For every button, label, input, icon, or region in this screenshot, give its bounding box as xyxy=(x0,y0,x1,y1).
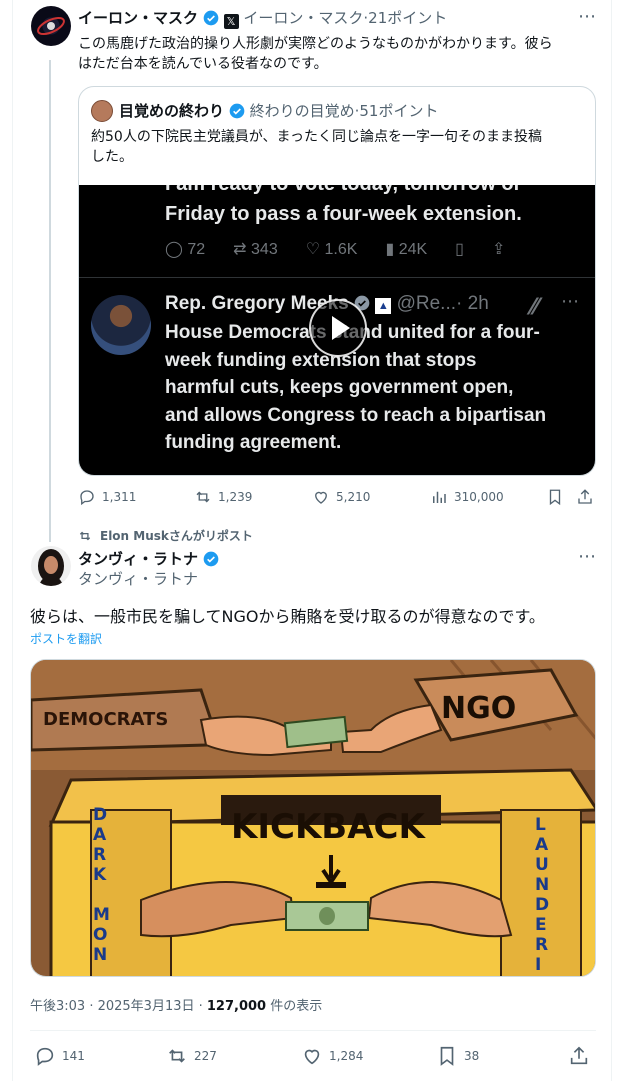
reply-icon xyxy=(36,1047,54,1066)
avatar[interactable] xyxy=(31,546,71,586)
views-icon: ▮ 24K xyxy=(385,241,428,258)
verified-badge-icon xyxy=(203,10,219,26)
avatar xyxy=(91,295,151,355)
quote-text: 約50人の下院民主党議員が、まったく同じ論点を一字一句そのまま投稿 した。 xyxy=(91,129,542,165)
repost-icon xyxy=(169,1049,185,1063)
svg-text:K: K xyxy=(93,865,107,885)
play-button[interactable] xyxy=(309,299,367,357)
author-name[interactable]: イーロン・マスク xyxy=(78,9,198,27)
bookmark-icon xyxy=(549,489,561,506)
repost-icon: ⇄ 343 xyxy=(233,241,278,258)
quote-points: 51ポイント xyxy=(359,102,439,120)
post-text: 彼らは、一般市民を騙してNGOから賄賂を受け取るのが得意なのです。 xyxy=(30,607,545,626)
svg-text:O: O xyxy=(93,925,107,945)
svg-text:L: L xyxy=(535,815,546,835)
post-timestamp: 午後3:03 · 2025年3月13日 · 127,000 件の表示 xyxy=(30,999,323,1014)
embedded-text: I am ready to vote today, tomorrow or xyxy=(165,185,521,196)
capitol-badge-icon: ▲ xyxy=(375,298,392,314)
svg-text:A: A xyxy=(93,825,107,845)
svg-text:D: D xyxy=(93,805,107,825)
bookmark-icon xyxy=(440,1046,454,1066)
grok-icon: ⁄⁄ xyxy=(531,295,539,320)
repost-label[interactable]: Elon Muskさんがリポスト xyxy=(100,527,253,544)
repost-button[interactable]: 227 xyxy=(166,1045,217,1067)
views-button[interactable]: 310,000 xyxy=(430,488,504,506)
x-logo-icon: 𝕏 xyxy=(223,14,239,29)
svg-text:N: N xyxy=(535,875,549,895)
timestamp[interactable]: 午後3:03 · 2025年3月13日 · xyxy=(30,999,207,1014)
points: 21ポイント xyxy=(368,9,448,27)
verified-badge-icon xyxy=(229,103,245,119)
repost-icon xyxy=(196,491,210,503)
svg-text:U: U xyxy=(535,855,549,875)
share-icon xyxy=(578,489,592,504)
author-handle[interactable]: イーロン・マスク xyxy=(243,9,363,27)
reply-icon: ◯ 72 xyxy=(165,241,206,258)
heart-icon xyxy=(315,491,327,504)
like-button[interactable]: 1,284 xyxy=(301,1045,363,1067)
svg-text:N: N xyxy=(93,945,107,965)
quote-author-handle: 終わりの目覚め xyxy=(249,102,355,120)
avatar xyxy=(91,100,113,122)
svg-text:A: A xyxy=(535,835,549,855)
bookmark-button[interactable] xyxy=(546,488,564,506)
views-icon xyxy=(433,491,446,503)
post-action-bar: 1,311 1,239 5,210 310,000 xyxy=(78,488,598,508)
author-handle[interactable]: タンヴィ・ラトナ xyxy=(78,568,198,589)
share-icon xyxy=(570,1046,588,1065)
repost-indicator: Elon Muskさんがリポスト xyxy=(78,527,253,544)
svg-text:I: I xyxy=(535,955,541,975)
embedded-video[interactable]: I am ready to vote today, tomorrow or Fr… xyxy=(79,185,595,475)
share-icon: ⇪ xyxy=(491,241,506,258)
share-button[interactable] xyxy=(568,1045,590,1067)
embedded-actions: ◯ 72 ⇄ 343 ♡ 1.6K ▮ 24K ▯ ⇪ xyxy=(165,239,505,259)
kickback-meme-image: DEMOCRATS NGO KICKBACK D A R K M O N L A xyxy=(31,660,595,976)
divider xyxy=(30,1030,596,1031)
quote-header: 目覚めの終わり 終わりの目覚め·51ポイント xyxy=(119,102,439,120)
play-icon xyxy=(332,316,350,340)
heart-icon xyxy=(304,1049,320,1065)
share-button[interactable] xyxy=(576,488,594,506)
post-image[interactable]: DEMOCRATS NGO KICKBACK D A R K M O N L A xyxy=(30,659,596,977)
more-options-icon[interactable]: ⋯ xyxy=(578,546,596,567)
repost-button[interactable]: 1,239 xyxy=(194,488,252,506)
more-options-icon: ⋯ xyxy=(561,291,579,312)
avatar-emblem-icon xyxy=(37,16,65,36)
svg-text:D: D xyxy=(535,895,549,915)
svg-text:M: M xyxy=(93,905,110,925)
like-button[interactable]: 5,210 xyxy=(312,488,370,506)
repost-icon xyxy=(79,531,91,540)
quoted-post[interactable]: 目覚めの終わり 終わりの目覚め·51ポイント 約50人の下院民主党議員が、まった… xyxy=(78,86,596,476)
more-options-icon[interactable]: ⋯ xyxy=(578,6,597,27)
reply-icon xyxy=(80,490,94,506)
bookmark-icon: ▯ xyxy=(455,241,464,258)
embedded-text: Friday to pass a four-week extension. xyxy=(165,203,522,225)
svg-text:R: R xyxy=(93,845,106,865)
thread-line xyxy=(49,60,51,542)
divider xyxy=(79,277,595,278)
svg-text:E: E xyxy=(535,915,547,935)
svg-text:R: R xyxy=(535,935,548,955)
svg-text:NGO: NGO xyxy=(441,691,516,726)
post-header: イーロン・マスク 𝕏 イーロン・マスク·21ポイント xyxy=(78,9,448,29)
reply-button[interactable]: 1,311 xyxy=(78,488,136,506)
post-header: タンヴィ・ラトナ xyxy=(78,548,219,569)
author-name[interactable]: タンヴィ・ラトナ xyxy=(78,550,198,568)
post-action-bar: 141 227 1,284 38 xyxy=(34,1045,596,1067)
translate-link[interactable]: ポストを翻訳 xyxy=(30,630,102,647)
bookmark-button[interactable]: 38 xyxy=(436,1045,479,1067)
avatar-portrait-icon xyxy=(38,549,64,586)
like-icon: ♡ 1.6K xyxy=(305,241,358,258)
reply-button[interactable]: 141 xyxy=(34,1045,85,1067)
svg-text:KICKBACK: KICKBACK xyxy=(231,807,426,847)
view-count: 127,000 xyxy=(206,999,267,1014)
avatar[interactable] xyxy=(31,6,71,46)
quote-author-name: 目覚めの終わり xyxy=(119,102,225,120)
verified-badge-icon xyxy=(203,551,219,567)
post-text: この馬鹿げた政治的操り人形劇が実際どのようなものかがわかります。彼ら はただ台本… xyxy=(78,36,553,72)
embedded-body: House Democrats stand united for a four-… xyxy=(165,322,547,453)
svg-text:DEMOCRATS: DEMOCRATS xyxy=(43,709,168,730)
